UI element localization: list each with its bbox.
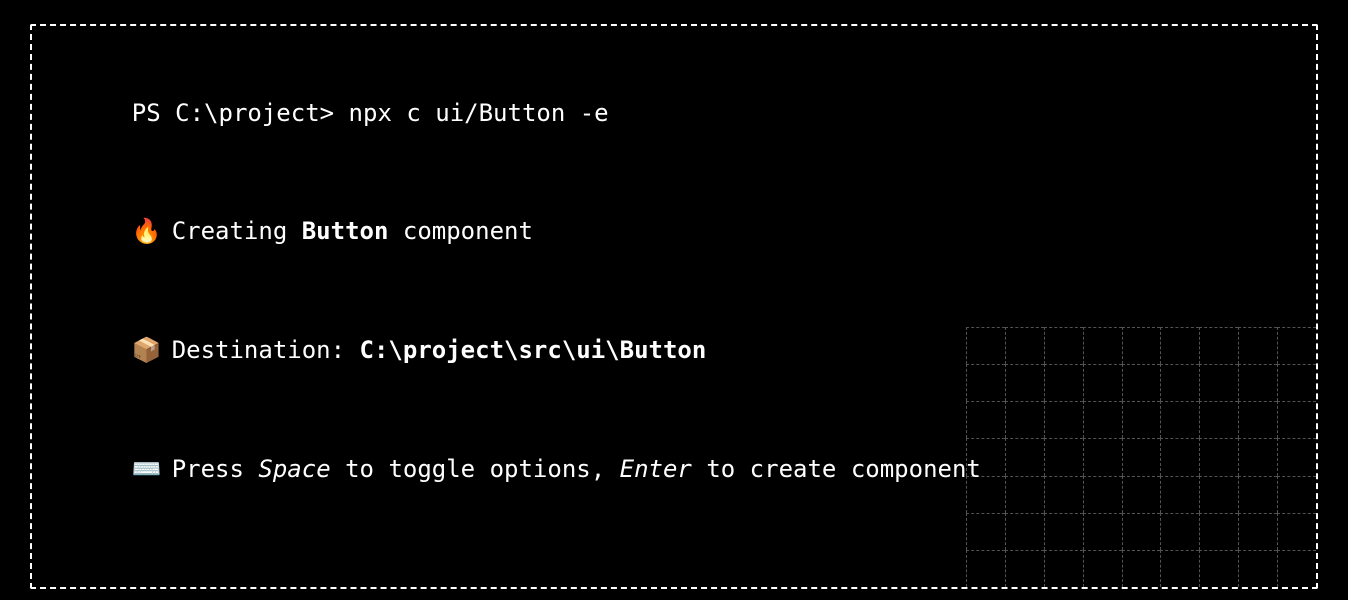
keyboard-icon: ⌨️ xyxy=(132,455,162,483)
destination-path: C:\project\src\ui\Button xyxy=(360,336,707,364)
status-creating: 🔥 Creating Button component xyxy=(74,173,1274,292)
fire-icon: 🔥 xyxy=(132,217,162,245)
hint-t3: to create component xyxy=(692,455,981,483)
creating-prefix: Creating xyxy=(172,217,302,245)
status-destination: 📦 Destination: C:\project\src\ui\Button xyxy=(74,292,1274,411)
ps1-prompt: PS C:\project> xyxy=(132,99,334,127)
hint-t2: to toggle options, xyxy=(331,455,620,483)
terminal-panel[interactable]: PS C:\project> npx c ui/Button -e 🔥 Creat… xyxy=(30,24,1318,589)
blank-line xyxy=(74,529,1274,569)
hint-t1: Press xyxy=(172,455,259,483)
hint-key1: Space xyxy=(258,455,330,483)
creating-suffix: component xyxy=(388,217,533,245)
destination-prefix: Destination: xyxy=(172,336,360,364)
command-input-text: npx c ui/Button -e xyxy=(349,99,609,127)
prompt-line[interactable]: PS C:\project> npx c ui/Button -e xyxy=(74,54,1274,173)
status-hint: ⌨️ Press Space to toggle options, Enter t… xyxy=(74,410,1274,529)
hint-key2: Enter xyxy=(620,455,692,483)
creating-name: Button xyxy=(302,217,389,245)
option-style-files[interactable]: ❯Style files xyxy=(74,569,1274,589)
package-icon: 📦 xyxy=(132,336,162,364)
